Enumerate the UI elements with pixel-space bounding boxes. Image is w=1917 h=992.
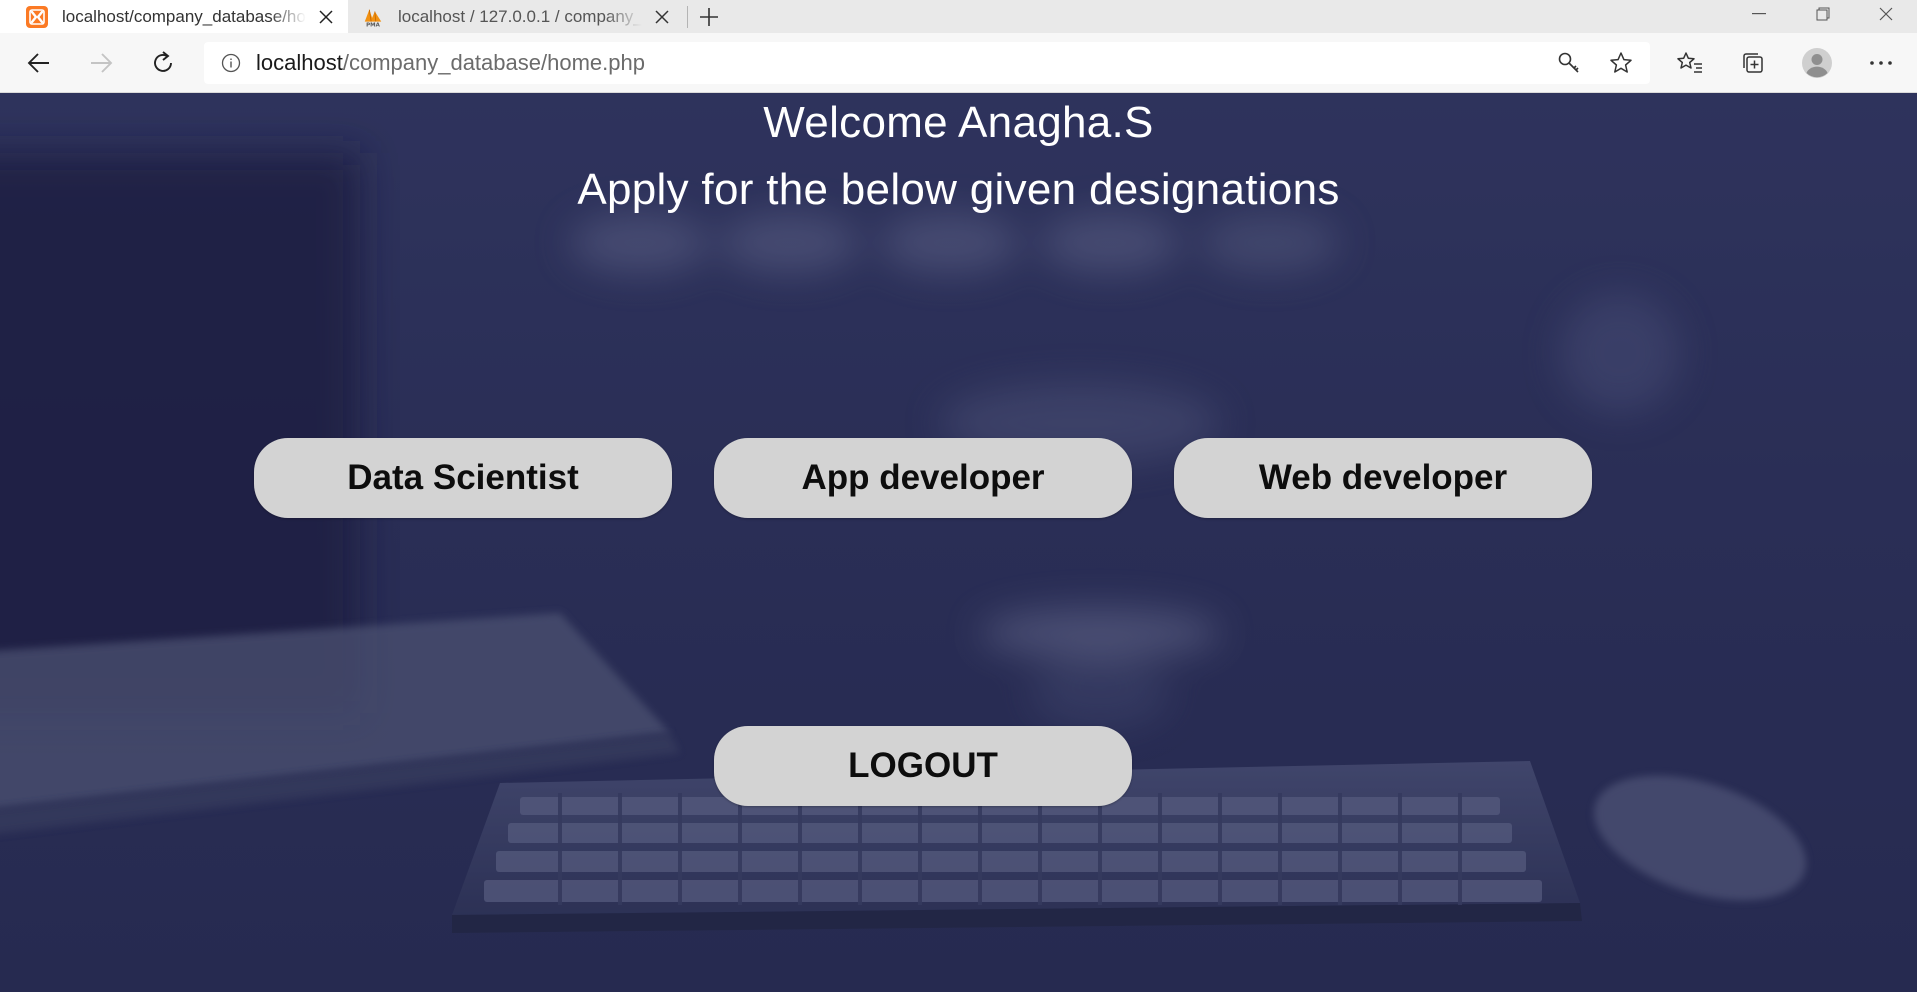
close-tab-icon[interactable] — [312, 3, 340, 31]
web-developer-button[interactable]: Web developer — [1174, 438, 1592, 518]
back-button[interactable] — [21, 45, 57, 81]
tab-strip: localhost/company_database/home.php PMA … — [0, 0, 1917, 33]
logout-button[interactable]: LOGOUT — [714, 726, 1132, 806]
restore-button[interactable] — [1793, 0, 1853, 28]
address-bar[interactable]: localhost/company_database/home.php — [204, 42, 1650, 84]
refresh-button[interactable] — [145, 45, 181, 81]
browser-toolbar: localhost/company_database/home.php — [0, 33, 1917, 93]
background-photo — [0, 93, 1917, 992]
app-developer-button[interactable]: App developer — [714, 438, 1132, 518]
svg-text:PMA: PMA — [366, 22, 381, 27]
favorites-icon[interactable] — [1672, 45, 1708, 81]
close-tab-icon[interactable] — [648, 3, 676, 31]
minimize-button[interactable] — [1729, 0, 1789, 28]
designations-subtitle: Apply for the below given designations — [577, 165, 1340, 214]
url-path: /company_database/home.php — [342, 50, 645, 75]
key-icon[interactable] — [1552, 46, 1586, 80]
tab-home[interactable]: localhost/company_database/home.php — [0, 0, 348, 33]
new-tab-button[interactable] — [694, 2, 724, 32]
tab-divider — [687, 6, 688, 28]
profile-avatar[interactable] — [1799, 45, 1835, 81]
tab-title: localhost/company_database/home.php — [62, 6, 306, 26]
data-scientist-button[interactable]: Data Scientist — [254, 438, 672, 518]
tab-phpmyadmin[interactable]: PMA localhost / 127.0.0.1 / company_data… — [352, 0, 684, 33]
close-window-button[interactable] — [1856, 0, 1916, 28]
favorite-star-icon[interactable] — [1604, 46, 1638, 80]
collections-icon[interactable] — [1735, 45, 1771, 81]
welcome-heading: Welcome Anagha.S — [763, 98, 1154, 147]
phpmyadmin-icon: PMA — [362, 6, 384, 28]
tab-title: localhost / 127.0.0.1 / company_database — [398, 6, 642, 26]
url-text: localhost/company_database/home.php — [256, 50, 645, 76]
url-host: localhost — [256, 50, 343, 75]
more-options-icon[interactable] — [1863, 45, 1899, 81]
page-body: Welcome Anagha.S Apply for the below giv… — [0, 93, 1917, 992]
xampp-icon — [26, 5, 48, 28]
info-icon[interactable] — [218, 50, 244, 76]
forward-button[interactable] — [83, 45, 119, 81]
